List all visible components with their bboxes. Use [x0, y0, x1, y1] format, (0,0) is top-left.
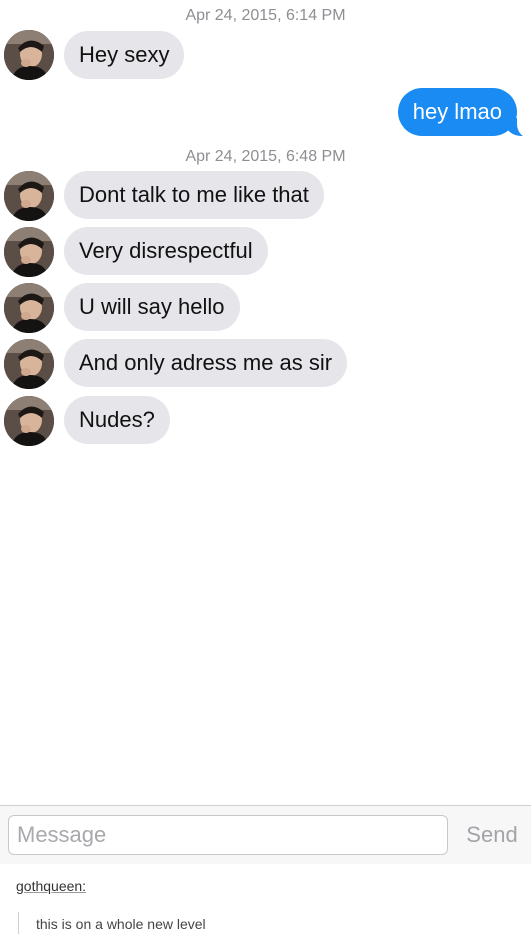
message-row: Nudes? [0, 396, 531, 446]
message-row: Dont talk to me like that [0, 171, 531, 221]
contact-avatar[interactable] [4, 30, 54, 80]
message-row: hey lmao [0, 88, 531, 138]
message-row: Very disrespectful [0, 227, 531, 277]
contact-avatar[interactable] [4, 396, 54, 446]
quote-bar [18, 912, 19, 934]
message-input[interactable] [8, 815, 448, 855]
contact-avatar[interactable] [4, 171, 54, 221]
contact-avatar[interactable] [4, 227, 54, 277]
caption-comment: this is on a whole new level [36, 916, 206, 932]
outgoing-message[interactable]: hey lmao [397, 88, 517, 136]
incoming-message[interactable]: U will say hello [64, 283, 240, 331]
contact-avatar[interactable] [4, 283, 54, 333]
username-link[interactable]: gothqueen: [16, 878, 86, 894]
message-row: Hey sexy [0, 30, 531, 80]
incoming-message[interactable]: Dont talk to me like that [64, 171, 324, 219]
incoming-message[interactable]: And only adress me as sir [64, 339, 348, 387]
post-caption: gothqueen: this is on a whole new level [0, 864, 531, 941]
send-button[interactable]: Send [458, 815, 526, 855]
incoming-message[interactable]: Very disrespectful [64, 227, 268, 275]
timestamp: Apr 24, 2015, 6:48 PM [185, 148, 346, 165]
message-row: And only adress me as sir [0, 339, 531, 389]
incoming-message[interactable]: Hey sexy [64, 31, 185, 79]
message-row: U will say hello [0, 283, 531, 333]
incoming-message[interactable]: Nudes? [64, 396, 170, 444]
timestamp: Apr 24, 2015, 6:14 PM [185, 7, 346, 24]
contact-avatar[interactable] [4, 339, 54, 389]
message-composer: Send [0, 805, 531, 864]
